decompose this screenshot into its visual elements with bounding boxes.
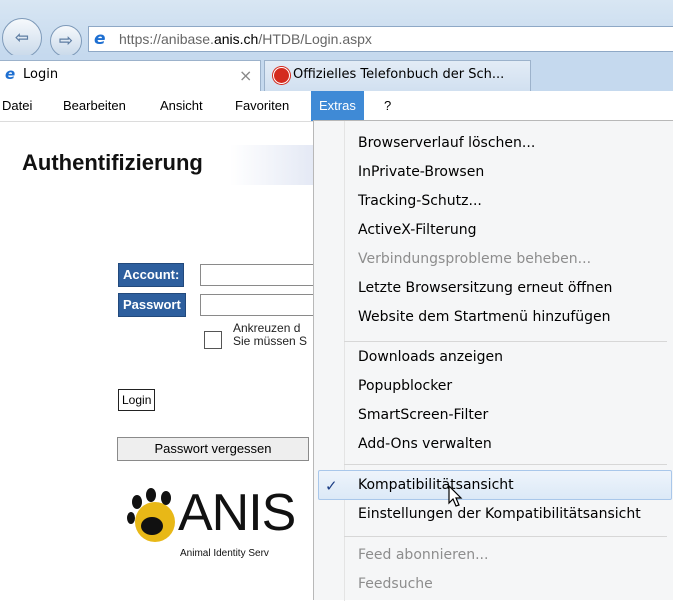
menu-ansicht[interactable]: Ansicht bbox=[160, 91, 203, 121]
anis-paw-logo-icon bbox=[127, 488, 175, 542]
back-button[interactable]: ⇦ bbox=[2, 18, 42, 58]
ie-logo-icon: e bbox=[94, 29, 106, 49]
menu-favoriten[interactable]: Favoriten bbox=[235, 91, 289, 121]
menu-item-downloads[interactable]: Downloads anzeigen bbox=[358, 348, 503, 366]
menu-item-feedsuche: Feedsuche bbox=[358, 576, 433, 592]
menu-separator bbox=[344, 341, 667, 342]
menu-item-smartscreen[interactable]: SmartScreen-Filter bbox=[358, 406, 488, 424]
mouse-cursor-icon bbox=[448, 485, 463, 507]
checkbox-text-line2: Sie müssen S bbox=[233, 334, 308, 348]
menu-datei[interactable]: Datei bbox=[2, 91, 32, 121]
tab-label: Login bbox=[23, 67, 59, 82]
menu-separator bbox=[344, 536, 667, 537]
menu-item-popupblocker[interactable]: Popupblocker bbox=[358, 377, 452, 395]
forward-arrow-icon: ⇨ bbox=[58, 31, 74, 51]
menu-gutter bbox=[344, 121, 345, 601]
menu-item-browserverlauf[interactable]: Browserverlauf löschen... bbox=[358, 134, 535, 152]
menu-separator bbox=[344, 464, 667, 465]
url-path: /HTDB/Login.aspx bbox=[258, 31, 372, 47]
menu-bearbeiten[interactable]: Bearbeiten bbox=[63, 91, 126, 121]
menu-item-letzte-sitzung[interactable]: Letzte Browsersitzung erneut öffnen bbox=[358, 279, 612, 297]
page-title: Authentifizierung bbox=[22, 150, 203, 175]
tab-row: e Login × Offizielles Telefonbuch der Sc… bbox=[0, 55, 673, 91]
menu-item-tracking-schutz[interactable]: Tracking-Schutz... bbox=[358, 192, 482, 210]
url-prefix: https://anibase. bbox=[119, 31, 214, 47]
address-bar[interactable]: e https://anibase.anis.ch/HTDB/Login.asp… bbox=[88, 26, 673, 52]
login-button[interactable]: Login bbox=[118, 389, 156, 411]
menu-item-kompatibilitaetsansicht[interactable]: Kompatibilitätsansicht bbox=[358, 476, 514, 494]
account-label: Account: bbox=[118, 263, 185, 287]
menu-bar: Datei Bearbeiten Ansicht Favoriten Extra… bbox=[0, 91, 673, 122]
close-tab-icon[interactable]: × bbox=[239, 66, 252, 85]
url-host: anis.ch bbox=[213, 31, 259, 47]
menu-item-addons[interactable]: Add-Ons verwalten bbox=[358, 435, 492, 453]
menu-extras[interactable]: Extras bbox=[311, 91, 364, 121]
forward-button[interactable]: ⇨ bbox=[50, 25, 82, 57]
checkbox-text: Ankreuzen d Sie müssen S bbox=[233, 322, 307, 348]
tab-telefonbuch[interactable]: Offizielles Telefonbuch der Sch... bbox=[264, 60, 531, 91]
menu-item-feed-abonnieren: Feed abonnieren... bbox=[358, 547, 489, 563]
password-input[interactable] bbox=[200, 294, 322, 316]
ie-page-icon: e bbox=[5, 65, 16, 83]
extras-dropdown-menu: Browserverlauf löschen... InPrivate-Brow… bbox=[313, 120, 673, 601]
back-arrow-icon: ⇦ bbox=[14, 28, 30, 48]
password-label: Passwort bbox=[118, 293, 186, 317]
tab-label: Offizielles Telefonbuch der Sch... bbox=[293, 67, 505, 82]
logo-wordmark: ANIS bbox=[178, 484, 296, 542]
checkmark-icon: ✓ bbox=[325, 477, 338, 495]
menu-item-inprivate[interactable]: InPrivate-Browsen bbox=[358, 163, 484, 181]
forgot-password-button[interactable]: Passwort vergessen bbox=[117, 437, 309, 461]
heading-band bbox=[230, 145, 320, 185]
telefonbuch-favicon bbox=[273, 67, 290, 84]
menu-item-verbindungsprobleme: Verbindungsprobleme beheben... bbox=[358, 251, 592, 267]
remember-checkbox[interactable] bbox=[204, 331, 222, 349]
menu-item-kompatibilitaet-einstellungen[interactable]: Einstellungen der Kompatibilitätsansicht bbox=[358, 505, 641, 523]
browser-toolbar: ⇦ ⇨ e https://anibase.anis.ch/HTDB/Login… bbox=[0, 0, 673, 58]
url-text[interactable]: https://anibase.anis.ch/HTDB/Login.aspx bbox=[119, 30, 372, 48]
menu-item-activex[interactable]: ActiveX-Filterung bbox=[358, 221, 477, 239]
menu-help[interactable]: ? bbox=[384, 91, 391, 121]
logo-subtitle: Animal Identity Serv bbox=[180, 548, 269, 559]
tab-login[interactable]: e Login × bbox=[0, 60, 261, 91]
account-input[interactable] bbox=[200, 264, 322, 286]
menu-item-startmenue[interactable]: Website dem Startmenü hinzufügen bbox=[358, 308, 611, 326]
